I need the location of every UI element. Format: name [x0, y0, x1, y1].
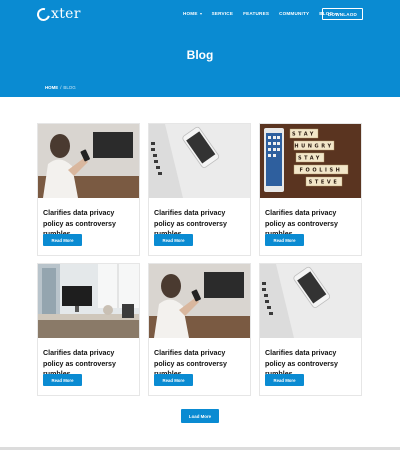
read-more-button[interactable]: Read More — [43, 234, 82, 246]
nav-item-features[interactable]: FEATURES — [243, 11, 269, 16]
blog-card: Clarifies data privacy policy as controv… — [37, 263, 140, 396]
nav-item-service[interactable]: SERVICE — [212, 11, 233, 16]
brand-logo[interactable]: xter — [34, 5, 81, 23]
read-more-button[interactable]: Read More — [265, 234, 304, 246]
post-image-phone-on-laptop[interactable] — [260, 264, 361, 338]
nav-item-community[interactable]: COMMUNITY — [279, 11, 309, 16]
logo-ring-icon — [34, 5, 53, 23]
hero-header: xter HOME SERVICE FEATURES COMMUNITY BLO… — [0, 0, 400, 97]
post-image-phone-on-laptop[interactable] — [149, 124, 250, 198]
post-image-office-desk[interactable] — [38, 264, 139, 338]
tile-word-hungry: HUNGRY — [294, 144, 333, 150]
breadcrumb: HOME / BLOG — [45, 85, 76, 90]
tile-word-stay-2: STAY — [298, 156, 322, 162]
breadcrumb-current: BLOG — [63, 85, 76, 90]
blog-card: Clarifies data privacy policy as controv… — [148, 123, 251, 256]
post-image-woman-with-phone[interactable] — [149, 264, 250, 338]
tile-word-steve: STEVE — [309, 180, 340, 186]
breadcrumb-separator: / — [60, 85, 62, 90]
tile-word-stay: STAY — [292, 132, 316, 138]
read-more-button[interactable]: Read More — [265, 374, 304, 386]
blog-card: Clarifies data privacy policy as controv… — [259, 263, 362, 396]
post-image-woman-with-phone[interactable] — [38, 124, 139, 198]
chevron-down-icon — [199, 12, 202, 15]
download-button[interactable]: DOWNLAOD — [322, 8, 363, 20]
nav-item-home[interactable]: HOME — [183, 11, 202, 16]
post-image-scrabble-tiles-phone[interactable]: STAY HUNGRY STAY FOOLISH STEVE — [260, 124, 361, 198]
breadcrumb-home-link[interactable]: HOME — [45, 85, 58, 90]
blog-card: Clarifies data privacy policy as controv… — [37, 123, 140, 256]
nav-label: HOME — [183, 11, 198, 16]
load-more-button[interactable]: Load More — [181, 409, 219, 423]
blog-card: Clarifies data privacy policy as controv… — [148, 263, 251, 396]
nav-label: SERVICE — [211, 11, 234, 16]
nav-label: COMMUNITY — [279, 11, 310, 16]
tile-word-foolish: FOOLISH — [300, 168, 343, 174]
brand-name: xter — [51, 6, 81, 22]
nav-label: FEATURES — [243, 11, 270, 16]
read-more-button[interactable]: Read More — [43, 374, 82, 386]
page-title: Blog — [186, 48, 214, 62]
blog-card: STAY HUNGRY STAY FOOLISH STEVE Clarifies… — [259, 123, 362, 256]
read-more-button[interactable]: Read More — [154, 234, 193, 246]
read-more-button[interactable]: Read More — [154, 374, 193, 386]
